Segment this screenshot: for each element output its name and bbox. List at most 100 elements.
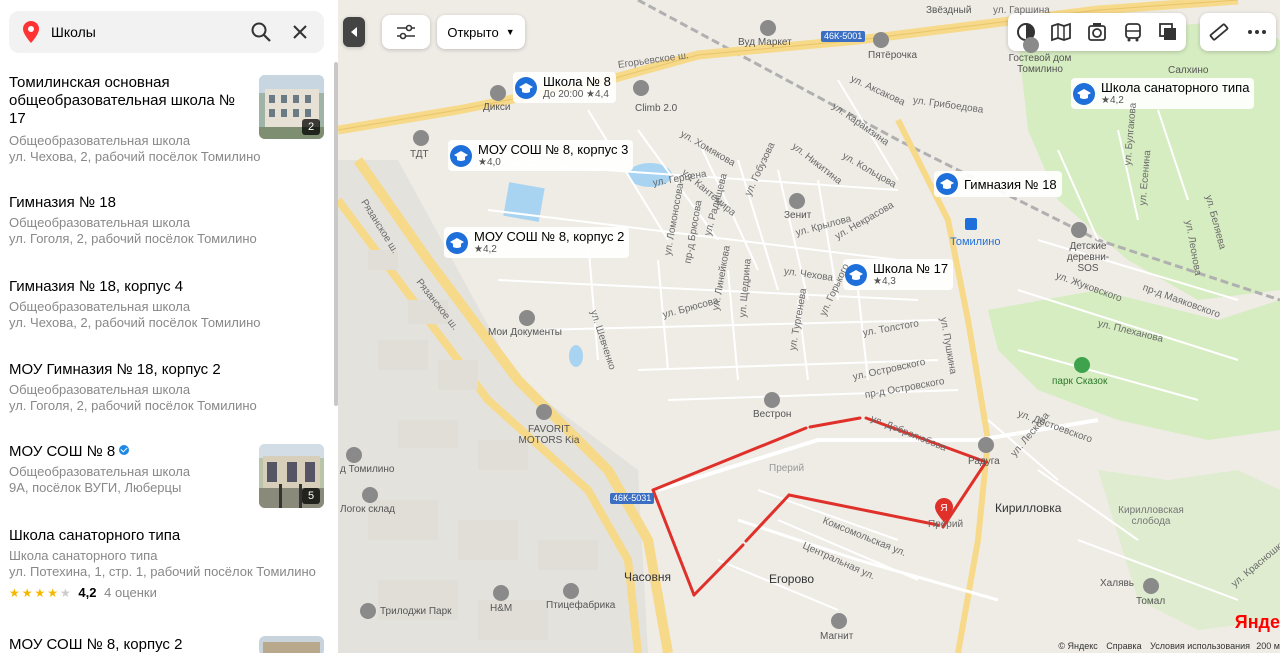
- result-address: ул. Гоголя, 2, рабочий посёлок Томилино: [9, 231, 257, 246]
- sidebar-scrollbar[interactable]: [334, 62, 338, 406]
- poi-text: Школа санаторного типа ★4,2: [1101, 80, 1249, 107]
- result-item[interactable]: Гимназия № 18, корпус 4 Общеобразователь…: [0, 278, 334, 330]
- search-box[interactable]: [9, 11, 324, 53]
- copyright-text: © Яндекс: [1058, 641, 1098, 651]
- place-label: Магнит: [820, 631, 854, 642]
- result-address: ул. Чехова, 2, рабочий посёлок Томилино: [9, 149, 261, 164]
- school-icon: [446, 231, 468, 254]
- result-item[interactable]: Томилинская основная общеобразовательная…: [0, 74, 334, 164]
- transit-icon[interactable]: [1122, 21, 1144, 43]
- map-canvas[interactable]: Открыто ▼ Школа № 8 До 20:00 ★4,4 МОУ СО: [338, 0, 1280, 653]
- building-icon: [413, 130, 429, 146]
- close-icon[interactable]: [290, 22, 310, 42]
- store-icon: [1143, 578, 1159, 594]
- poi-rating: 4,0: [486, 157, 501, 168]
- verified-icon: [119, 445, 130, 455]
- poi-sub-row: ★4,3: [873, 276, 896, 287]
- sidebar: Томилинская основная общеобразовательная…: [0, 0, 338, 653]
- result-title[interactable]: МОУ СОШ № 8: [9, 443, 115, 460]
- poi-name: МОУ СОШ № 8, корпус 3: [478, 142, 629, 157]
- poi-sanatorium-school[interactable]: Школа санаторного типа ★4,2: [1071, 78, 1255, 109]
- poi-text: Школа № 17 ★4,3: [873, 261, 948, 288]
- result-title[interactable]: Гимназия № 18, корпус 4: [9, 278, 249, 296]
- result-title[interactable]: Гимназия № 18: [9, 194, 249, 212]
- yandex-logo[interactable]: Янде: [1235, 612, 1280, 633]
- school-icon: [450, 144, 472, 167]
- open-now-filter[interactable]: Открыто ▼: [437, 15, 525, 49]
- store-icon: [490, 85, 506, 101]
- park-icon: [1074, 357, 1090, 373]
- poi-school-8-building-2[interactable]: МОУ СОШ № 8, корпус 2 ★4,2: [444, 227, 630, 258]
- school-icon: [1073, 82, 1095, 105]
- result-title[interactable]: Школа санаторного типа: [9, 527, 249, 545]
- result-title-row[interactable]: МОУ СОШ № 8: [9, 443, 249, 461]
- more-icon[interactable]: [1246, 21, 1268, 43]
- road-number-badge: 46К-5001: [821, 31, 866, 42]
- car-dealer-icon: [536, 404, 552, 420]
- poi-text: Школа № 8 До 20:00 ★4,4: [543, 74, 611, 101]
- result-category: Общеобразовательная школа: [9, 133, 191, 148]
- poi-rating: 4,2: [482, 244, 497, 255]
- ruler-icon[interactable]: [1208, 21, 1230, 43]
- search-input[interactable]: [51, 24, 241, 40]
- result-address: 9А, посёлок ВУГИ, Люберцы: [9, 480, 182, 495]
- place-label: Мои Документы: [488, 327, 562, 338]
- photo-count-badge: 2: [302, 119, 320, 135]
- result-item[interactable]: Гимназия № 18 Общеобразовательная школа …: [0, 194, 334, 246]
- poi-gymnasium-18[interactable]: Гимназия № 18: [934, 171, 1062, 197]
- store-icon: [346, 447, 362, 463]
- poi-name: Школа № 17: [873, 261, 949, 276]
- filters-icon: [397, 24, 415, 40]
- place-label: Climb 2.0: [635, 103, 678, 114]
- sport-icon: [789, 193, 805, 209]
- rating-count[interactable]: 4 оценки: [104, 585, 157, 600]
- train-station-icon: [965, 218, 977, 230]
- place-label: Птицефабрика: [546, 600, 616, 611]
- poi-name: Гимназия № 18: [964, 176, 1057, 192]
- school-icon: [936, 173, 958, 195]
- result-item[interactable]: МОУ Гимназия № 18, корпус 2 Общеобразова…: [0, 361, 334, 413]
- result-title[interactable]: МОУ Гимназия № 18, корпус 2: [9, 361, 249, 379]
- poi-text: МОУ СОШ № 8, корпус 2 ★4,2: [474, 229, 624, 256]
- filters-button[interactable]: [382, 15, 430, 49]
- place-label: д Томилино: [340, 464, 395, 475]
- poi-sub-row: ★4,2: [1101, 95, 1124, 106]
- map-layers-icon[interactable]: [1050, 21, 1072, 43]
- locality-label: Кирилловка: [995, 501, 1062, 515]
- poi-school-8[interactable]: Школа № 8 До 20:00 ★4,4: [513, 72, 616, 103]
- poi-school-8-building-3[interactable]: МОУ СОШ № 8, корпус 3 ★4,0: [448, 140, 634, 171]
- poi-name: Школа санаторного типа: [1101, 80, 1250, 95]
- result-photo[interactable]: 2: [259, 75, 324, 139]
- photo-count-badge: 5: [302, 488, 320, 504]
- scale-indicator: 200 м: [1256, 641, 1280, 651]
- terms-link[interactable]: Условия использования: [1150, 641, 1250, 651]
- poi-text: МОУ СОШ № 8, корпус 3 ★4,0: [478, 142, 628, 169]
- place-label: Пятёрочка: [868, 50, 918, 61]
- collapse-sidebar-button[interactable]: [343, 17, 365, 47]
- search-icon[interactable]: [250, 21, 272, 43]
- result-address: ул. Гоголя, 2, рабочий посёлок Томилино: [9, 398, 257, 413]
- map-type-icon[interactable]: [1157, 21, 1179, 43]
- result-title[interactable]: Томилинская основная общеобразовательная…: [9, 74, 249, 128]
- place-label: Вуд Маркет: [738, 37, 792, 48]
- result-photo[interactable]: 5: [259, 444, 324, 508]
- place-label: Томилино: [950, 236, 1001, 248]
- panorama-icon[interactable]: [1086, 21, 1108, 43]
- forest-area-south: [1098, 470, 1280, 630]
- road-number-badge: 46К-5031: [610, 493, 655, 504]
- community-icon: [1071, 222, 1087, 238]
- result-item[interactable]: Школа санаторного типа Школа санаторного…: [0, 527, 334, 607]
- poi-name: Школа № 8: [543, 74, 611, 89]
- result-item[interactable]: МОУ СОШ № 8, корпус 2: [0, 636, 334, 653]
- rating-value: 4,2: [78, 585, 97, 600]
- store-icon: [978, 437, 994, 453]
- help-link[interactable]: Справка: [1106, 641, 1141, 651]
- place-label: парк Сказок: [1052, 376, 1108, 387]
- result-category: Школа санаторного типа: [9, 548, 158, 563]
- result-title[interactable]: МОУ СОШ № 8, корпус 2: [9, 636, 249, 653]
- result-item[interactable]: МОУ СОШ № 8 Общеобразовательная школа 9А…: [0, 443, 334, 513]
- result-address: ул. Потехина, 1, стр. 1, рабочий посёлок…: [9, 564, 316, 579]
- result-photo[interactable]: [259, 636, 324, 653]
- pond-small: [569, 345, 583, 367]
- poi-school-17[interactable]: Школа № 17 ★4,3: [843, 259, 954, 290]
